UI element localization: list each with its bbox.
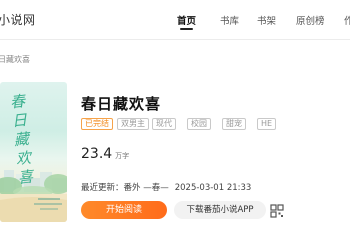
start-reading-button[interactable]: 开始阅读 [81, 201, 167, 219]
top-navigation-bar: 小说网 首页 书库 书架 原创榜 作 [0, 0, 350, 40]
nav-item-bookshelf[interactable]: 书架 [257, 13, 276, 27]
update-time: 2025-03-01 21:33 [174, 183, 252, 193]
word-count: 23.4 万字 [81, 143, 129, 162]
update-chapter-link[interactable]: 番外 —春— [124, 183, 169, 193]
latest-update: 最近更新：番外 —春— 2025-03-01 21:33 [81, 181, 257, 193]
tag-item[interactable]: 双男主 [117, 118, 149, 130]
nav-item-author[interactable]: 作 [344, 13, 350, 27]
breadcrumb[interactable]: 日藏欢喜 [0, 54, 30, 65]
nav-item-home[interactable]: 首页 [177, 13, 196, 30]
word-count-unit: 万字 [115, 152, 130, 160]
nav-item-library[interactable]: 书库 [220, 13, 239, 27]
nav-active-indicator [180, 28, 194, 30]
update-label: 最近更新： [81, 183, 124, 193]
download-app-button[interactable]: 下载番茄小说APP [174, 201, 266, 219]
tag-item[interactable]: HE [257, 118, 277, 130]
word-count-value: 23.4 [81, 146, 113, 162]
qr-code-glyph [270, 204, 284, 218]
qr-code-icon[interactable] [270, 203, 284, 218]
book-cover[interactable]: 春日藏欢喜 [0, 82, 67, 222]
tag-item[interactable]: 校园 [187, 118, 211, 130]
tag-item[interactable]: 甜宠 [222, 118, 246, 130]
tag-item[interactable]: 现代 [152, 118, 176, 130]
nav-item-original-ranking[interactable]: 原创榜 [296, 13, 325, 27]
site-logo[interactable]: 小说网 [0, 11, 36, 28]
tag-status[interactable]: 已完结 [81, 118, 113, 130]
book-title: 春日藏欢喜 [81, 95, 162, 113]
